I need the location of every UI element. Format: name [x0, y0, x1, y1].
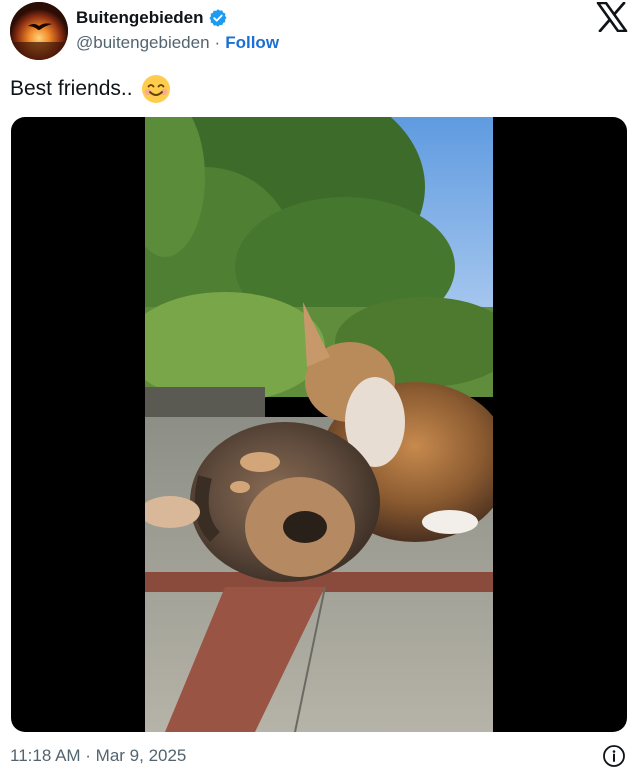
separator-dot: ·	[214, 33, 221, 52]
info-icon[interactable]	[602, 744, 626, 768]
dog-and-cat-photo	[145, 117, 493, 732]
author-handle[interactable]: @buitengebieden	[76, 33, 210, 53]
avatar[interactable]	[10, 2, 68, 60]
follow-button[interactable]: Follow	[225, 33, 279, 53]
bird-sunset-avatar-icon	[10, 2, 68, 60]
display-name[interactable]: Buitengebieden	[76, 8, 204, 28]
name-row: Buitengebieden	[76, 8, 228, 28]
timestamp-link[interactable]: 11:18 AM · Mar 9, 2025	[10, 746, 186, 766]
dog-and-cat-photo-image	[145, 117, 493, 732]
smiling-face-emoji-icon	[141, 75, 170, 103]
x-logo-icon[interactable]	[596, 2, 628, 32]
verified-badge-icon	[209, 9, 227, 27]
tweet-text: Best friends..	[10, 74, 171, 104]
tweet-text-content: Best friends..	[10, 77, 133, 100]
tweet-footer: 11:18 AM · Mar 9, 2025	[10, 744, 630, 770]
tweet-media-video[interactable]	[11, 117, 627, 732]
handle-row: @buitengebieden · Follow	[76, 33, 279, 53]
tweet-header: Buitengebieden @buitengebieden · Follow	[0, 0, 640, 62]
